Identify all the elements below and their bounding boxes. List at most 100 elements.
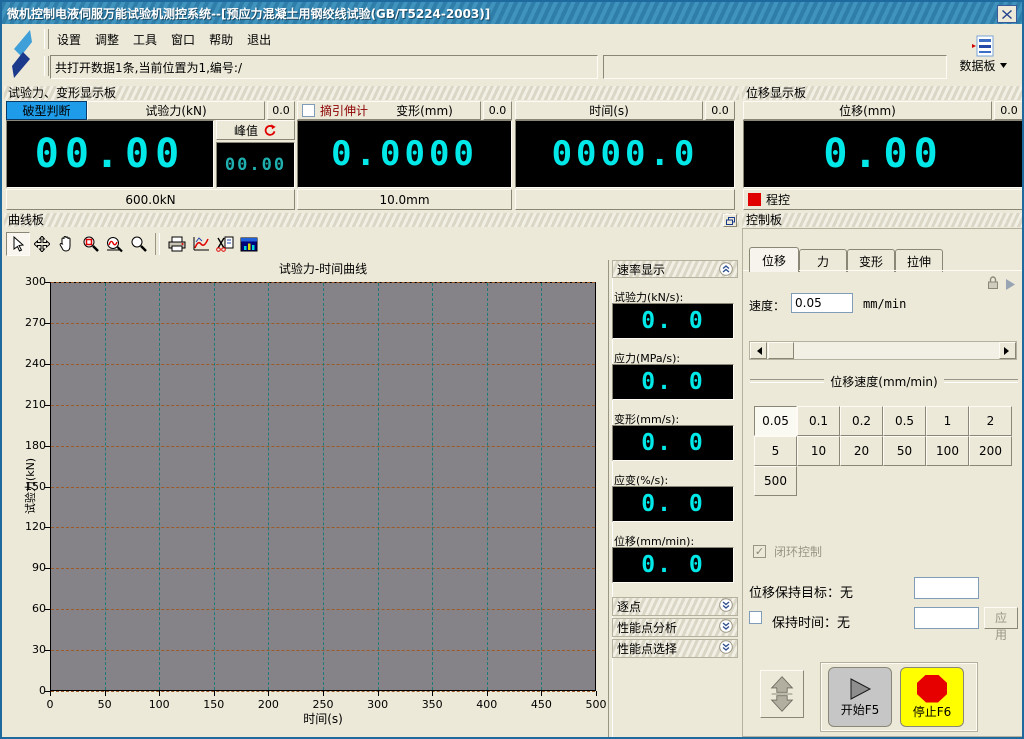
force-display-block: 破型判断 试验力(kN) 0.0 00.00 峰值 00.00 600.0kN xyxy=(6,101,295,210)
speed-option-10[interactable]: 10 xyxy=(797,436,840,466)
group-line-right xyxy=(944,379,1018,383)
pan-hand-button[interactable] xyxy=(54,232,78,256)
displacement-display-block: 位移(mm) 0.0 0.00 程控 xyxy=(743,101,1024,210)
hold-time-input[interactable] xyxy=(914,607,979,629)
data-window-icon xyxy=(240,237,258,252)
curve-style-button[interactable] xyxy=(189,232,213,256)
speed-option-1[interactable]: 1 xyxy=(926,406,969,436)
menu-item-window[interactable]: 窗口 xyxy=(164,29,202,50)
select-cursor-button[interactable] xyxy=(6,232,30,256)
close-button[interactable] xyxy=(997,5,1017,23)
displacement-header-button[interactable]: 位移(mm) xyxy=(743,101,992,120)
speed-group-title-row: 位移速度(mm/min) xyxy=(750,374,1018,388)
hold-time-label: 保持时间：无 xyxy=(772,612,850,631)
speed-options-grid: 0.050.10.20.512 5102050100200 500 xyxy=(754,406,1014,496)
accordion-point-by-point[interactable]: 逐点 xyxy=(612,597,738,616)
curve-panel-restore-button[interactable] xyxy=(723,214,737,227)
scrollbar-left-arrow[interactable] xyxy=(750,342,767,359)
x-tick-label: 0 xyxy=(30,698,70,711)
break-detect-button[interactable]: 破型判断 xyxy=(6,101,87,120)
zoom-region-button[interactable] xyxy=(78,232,102,256)
zoom-curve-icon xyxy=(105,236,123,253)
rate-panel-title: 速率显示 xyxy=(617,261,665,278)
force-header-button[interactable]: 试验力(kN) xyxy=(87,101,265,120)
rate-items: 试验力(kN/s):0. 0应力(MPa/s):0. 0变形(mm/s):0. … xyxy=(612,289,738,583)
data-window-button[interactable] xyxy=(237,232,261,256)
speed-option-0.05[interactable]: 0.05 xyxy=(754,406,797,436)
x-tick-label: 50 xyxy=(85,698,125,711)
y-tick-label: 300 xyxy=(4,275,46,288)
deform-header-button[interactable]: 摘引伸计 变形(mm) xyxy=(297,101,481,120)
apply-button[interactable]: 应用 xyxy=(984,607,1018,629)
menu-item-help[interactable]: 帮助 xyxy=(202,29,240,50)
hold-time-checkbox[interactable] xyxy=(749,611,762,624)
close-icon xyxy=(1002,10,1012,19)
menu-item-settings[interactable]: 设置 xyxy=(50,29,88,50)
menu-item-exit[interactable]: 退出 xyxy=(240,29,278,50)
y-tick-label: 120 xyxy=(4,520,46,533)
scrollbar-thumb[interactable] xyxy=(768,342,794,359)
tab-tension[interactable]: 拉伸 xyxy=(895,249,943,272)
menu-item-adjust[interactable]: 调整 xyxy=(88,29,126,50)
copy-data-button[interactable] xyxy=(213,232,237,256)
speed-option-0.2[interactable]: 0.2 xyxy=(840,406,883,436)
lock-icon xyxy=(986,275,1000,294)
time-header-value: 0.0 xyxy=(705,101,735,120)
gridline-v xyxy=(105,283,106,690)
stop-button-label: 停止F6 xyxy=(913,703,952,720)
print-button[interactable] xyxy=(165,232,189,256)
scrollbar-right-arrow[interactable] xyxy=(999,342,1016,359)
displacement-header-value: 0.0 xyxy=(994,101,1024,120)
zoom-curve-button[interactable] xyxy=(102,232,126,256)
menu-grip xyxy=(44,29,49,49)
time-header-button[interactable]: 时间(s) xyxy=(515,101,703,120)
x-tick-label: 150 xyxy=(194,698,234,711)
tab-deform[interactable]: 变形 xyxy=(847,249,895,272)
accordion-performance-point-selection[interactable]: 性能点选择 xyxy=(612,639,738,658)
speed-option-2[interactable]: 2 xyxy=(969,406,1012,436)
speed-label: 速度： xyxy=(749,297,785,314)
databoard-label: 数据板 xyxy=(959,57,995,74)
zoom-out-button[interactable] xyxy=(126,232,150,256)
speed-option-0.5[interactable]: 0.5 xyxy=(883,406,926,436)
start-button[interactable]: 开始F5 xyxy=(828,667,892,727)
speed-option-200[interactable]: 200 xyxy=(969,436,1012,466)
chart-plot[interactable] xyxy=(50,282,596,691)
app-logo xyxy=(6,28,40,82)
hold-target-input[interactable] xyxy=(914,577,979,599)
closed-loop-checkbox: ✓ xyxy=(753,545,766,558)
displacement-value-display: 0.00 xyxy=(743,120,1024,188)
move-cross-button[interactable] xyxy=(30,232,54,256)
x-tick-mark xyxy=(378,691,379,696)
extensometer-checkbox[interactable] xyxy=(302,104,315,117)
speed-input[interactable] xyxy=(791,293,853,313)
detach-arrow-icon[interactable] xyxy=(1005,276,1016,295)
speed-group-title: 位移速度(mm/min) xyxy=(830,373,937,390)
display-panel-header: 试验力、变形显示板 xyxy=(4,86,739,100)
speed-option-0.1[interactable]: 0.1 xyxy=(797,406,840,436)
databoard-button[interactable]: 数据板 xyxy=(950,27,1016,81)
speed-option-5[interactable]: 5 xyxy=(754,436,797,466)
tab-displacement[interactable]: 位移 xyxy=(749,247,799,272)
stress-rate-label: 应力(MPa/s): xyxy=(612,350,738,364)
speed-option-20[interactable]: 20 xyxy=(840,436,883,466)
strain-rate-label: 应变(%/s): xyxy=(612,472,738,486)
rate-panel-header[interactable]: 速率显示 xyxy=(612,260,738,278)
accordion-performance-point-analysis[interactable]: 性能点分析 xyxy=(612,618,738,637)
hold-target-label: 位移保持目标：无 xyxy=(749,582,853,601)
gridline-v xyxy=(487,283,488,690)
menu-item-tools[interactable]: 工具 xyxy=(126,29,164,50)
y-tick-label: 60 xyxy=(4,602,46,615)
force-rate-label: 试验力(kN/s): xyxy=(612,289,738,303)
y-tick-label: 0 xyxy=(4,684,46,697)
speed-option-100[interactable]: 100 xyxy=(926,436,969,466)
speed-option-50[interactable]: 50 xyxy=(883,436,926,466)
peak-button[interactable]: 峰值 xyxy=(216,120,295,140)
zoom-region-icon xyxy=(82,236,99,253)
tab-force[interactable]: 力 xyxy=(799,249,847,272)
speed-option-500[interactable]: 500 xyxy=(754,466,797,496)
gridline-v xyxy=(214,283,215,690)
jog-button[interactable] xyxy=(760,670,804,718)
force-capacity-label: 600.0kN xyxy=(6,189,295,210)
stop-button[interactable]: 停止F6 xyxy=(900,667,964,727)
